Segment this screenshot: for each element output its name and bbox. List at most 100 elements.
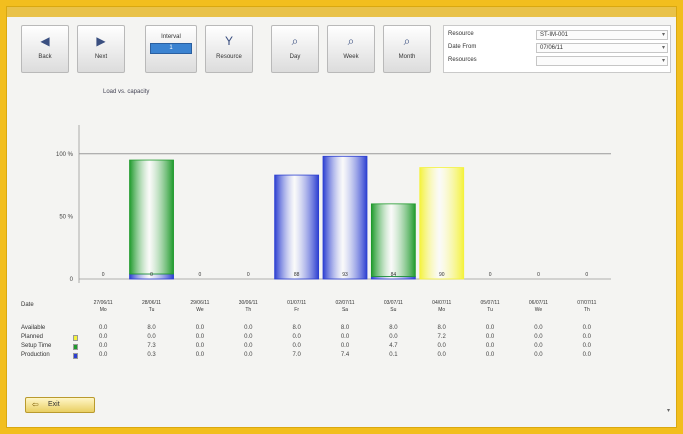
exit-icon: ⇦ xyxy=(32,400,39,409)
y-tick-label: 50 % xyxy=(59,214,73,220)
table-cell: 0.0 xyxy=(485,352,495,358)
x-tick-label: 03/07/11 xyxy=(384,300,403,306)
chart-bar xyxy=(322,155,368,280)
x-tick-sublabel: Tu xyxy=(487,307,493,313)
x-tick-sublabel: Sa xyxy=(342,307,348,313)
x-tick-sublabel: Tu xyxy=(149,307,155,313)
x-tick-sublabel: We xyxy=(535,307,543,313)
table-cell: 0.0 xyxy=(244,334,253,340)
table-cell: 0.0 xyxy=(485,334,495,340)
table-row-label: Production xyxy=(21,352,101,361)
table-cell: 0.0 xyxy=(147,334,156,340)
bar-value-label: 0 xyxy=(150,272,153,278)
table-cell: 0.3 xyxy=(147,352,156,358)
scroll-arrow-icon[interactable]: ▾ xyxy=(667,407,670,414)
y-tick-label: 100 % xyxy=(56,152,74,158)
table-cell: 0.0 xyxy=(244,325,253,331)
x-tick-sublabel: Mo xyxy=(100,307,107,313)
exit-label: Exit xyxy=(48,401,60,408)
x-tick-sublabel: Th xyxy=(245,307,251,313)
date-row-label: Date xyxy=(21,302,34,308)
capacity-chart: 100 %50 %0027/06/11Mo028/06/11Tu029/06/1… xyxy=(21,125,611,313)
table-cell: 0.0 xyxy=(340,334,350,340)
bar-value-label: 0 xyxy=(537,272,540,278)
bar-value-label: 0 xyxy=(102,272,105,278)
table-cell: 0.0 xyxy=(389,334,398,340)
bar-value-label: 0 xyxy=(247,272,250,278)
table-cell: 0.0 xyxy=(292,343,301,349)
x-tick-label: 29/06/11 xyxy=(190,300,209,306)
table-cell: 0.0 xyxy=(534,352,543,358)
bar-value-label: 84 xyxy=(391,272,397,278)
table-cell: 0.0 xyxy=(195,343,205,349)
table-cell: 8.0 xyxy=(147,325,156,331)
bar-value-label: 93 xyxy=(342,272,348,278)
chart-bar xyxy=(274,174,320,280)
table-row-labels: Available Planned Setup Time Production xyxy=(21,325,101,361)
x-tick-label: 27/06/11 xyxy=(94,300,113,306)
table-cell: 0.0 xyxy=(244,352,253,358)
table-cell: 0.0 xyxy=(582,334,591,340)
chart-bar xyxy=(419,167,465,280)
y-tick-label: 0 xyxy=(70,277,74,283)
table-cell: 0.0 xyxy=(582,352,591,358)
legend-swatch xyxy=(73,344,78,350)
x-tick-sublabel: Su xyxy=(390,307,396,313)
chart-bar xyxy=(370,203,416,277)
x-tick-label: 01/07/11 xyxy=(287,300,306,306)
legend-swatch xyxy=(73,353,78,359)
table-cell: 8.0 xyxy=(340,325,350,331)
x-tick-label: 02/07/11 xyxy=(335,300,354,306)
table-cell: 0.0 xyxy=(582,343,591,349)
row-label-text: Planned xyxy=(21,334,44,340)
table-cell: 0.0 xyxy=(244,343,253,349)
table-cell: 0.0 xyxy=(437,343,446,349)
bar-value-label: 0 xyxy=(585,272,588,278)
table-cell: 0.0 xyxy=(534,334,543,340)
x-tick-label: 28/06/11 xyxy=(142,300,161,306)
bar-value-label: 88 xyxy=(294,272,300,278)
table-cell: 8.0 xyxy=(389,325,398,331)
app-window: ◀ Back ▶ Next Interval 1 Y Resource ⌕ Da… xyxy=(6,6,677,428)
table-cell: 0.0 xyxy=(437,352,446,358)
table-row-label: Available xyxy=(21,325,101,334)
table-cell: 0.0 xyxy=(195,352,205,358)
table-cell: 0.0 xyxy=(292,334,301,340)
bar-value-label: 0 xyxy=(199,272,202,278)
table-cell: 7.2 xyxy=(437,334,446,340)
x-tick-sublabel: We xyxy=(196,307,204,313)
legend-swatch xyxy=(73,335,78,341)
table-cell: 0.0 xyxy=(340,343,350,349)
table-cell: 0.0 xyxy=(485,343,495,349)
bar-value-label: 90 xyxy=(439,272,445,278)
bar-value-label: 0 xyxy=(489,272,492,278)
table-cell: 0.0 xyxy=(534,325,543,331)
table-cell: 0.0 xyxy=(485,325,495,331)
x-tick-sublabel: Th xyxy=(584,307,590,313)
table-cell: 0.0 xyxy=(195,334,205,340)
table-cell: 0.0 xyxy=(582,325,591,331)
x-tick-sublabel: Mo xyxy=(438,307,445,313)
x-tick-label: 06/07/11 xyxy=(529,300,548,306)
x-tick-sublabel: Fr xyxy=(294,307,299,313)
x-tick-label: 04/07/11 xyxy=(432,300,451,306)
row-label-text: Production xyxy=(21,352,50,358)
table-cell: 0.1 xyxy=(389,352,398,358)
table-cell: 7.0 xyxy=(292,352,301,358)
table-cell: 7.3 xyxy=(147,343,156,349)
row-label-text: Setup Time xyxy=(21,343,52,349)
table-cell: 0.0 xyxy=(195,325,205,331)
exit-button[interactable]: ⇦ Exit xyxy=(25,397,95,413)
x-tick-label: 30/06/11 xyxy=(239,300,258,306)
table-cell: 0.0 xyxy=(534,343,543,349)
row-label-text: Available xyxy=(21,325,46,331)
table-cell: 8.0 xyxy=(292,325,301,331)
table-row-label: Setup Time xyxy=(21,343,101,352)
table-cell: 8.0 xyxy=(437,325,446,331)
x-tick-label: 05/07/11 xyxy=(481,300,500,306)
table-cell: 4.7 xyxy=(389,343,398,349)
table-row-label: Planned xyxy=(21,334,101,343)
table-cell: 7.4 xyxy=(340,352,350,358)
chart-bar xyxy=(129,159,174,275)
x-tick-label: 07/07/11 xyxy=(577,300,596,306)
